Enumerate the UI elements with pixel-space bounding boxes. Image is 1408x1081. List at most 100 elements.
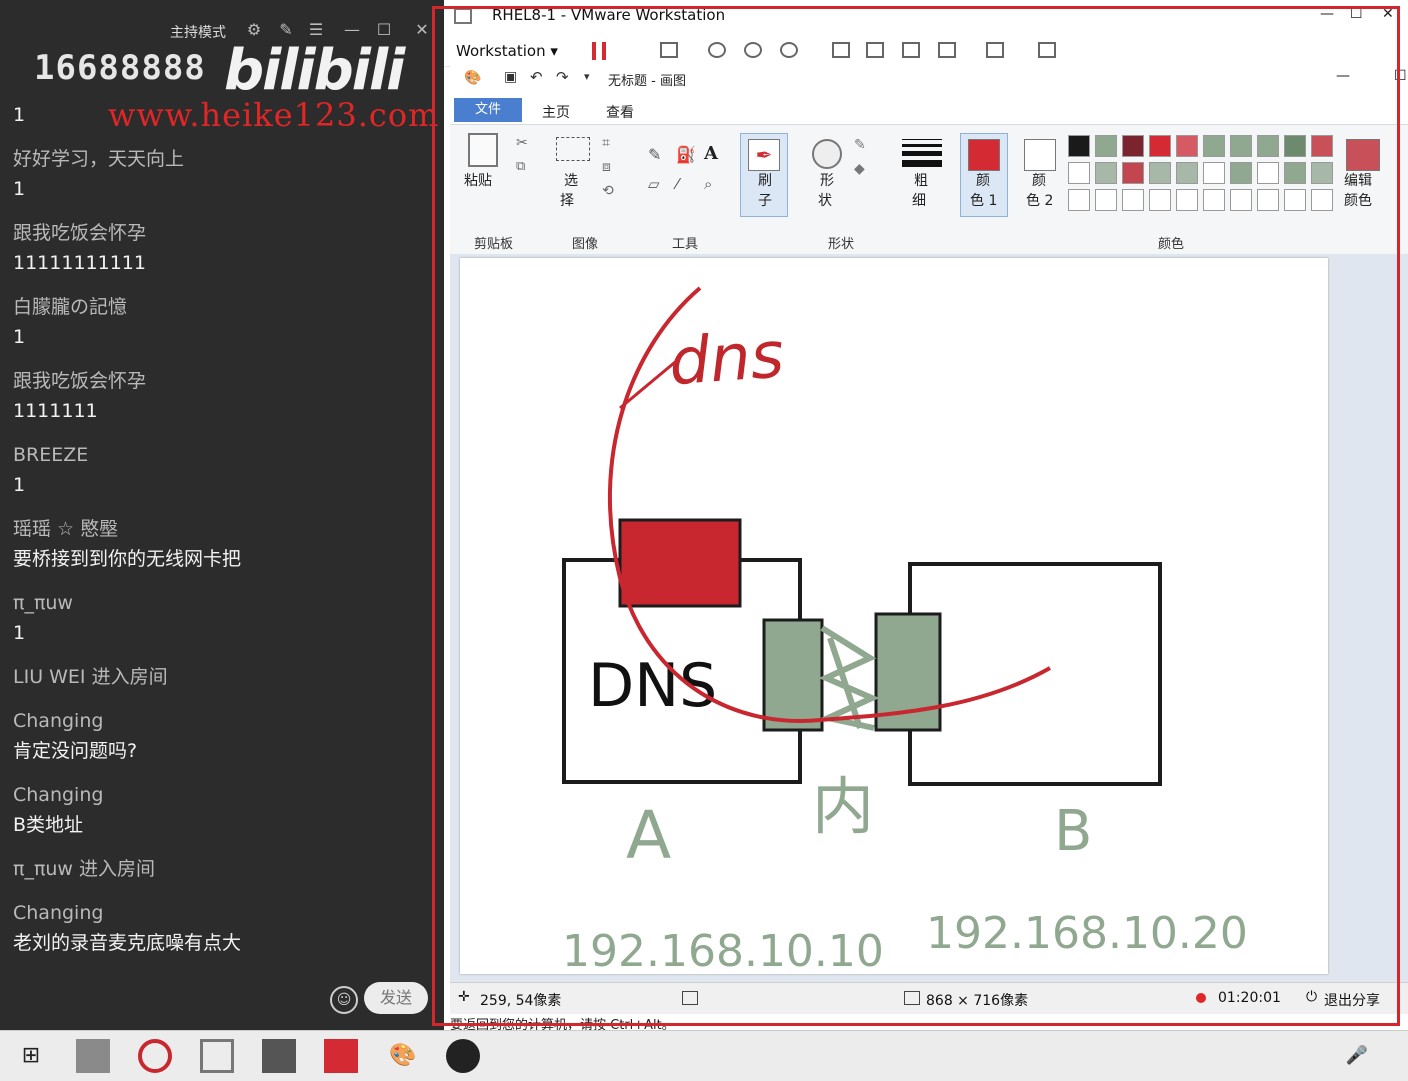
send-ctrl-alt-del-icon[interactable] xyxy=(660,42,678,58)
message-user[interactable]: 白朦朧の記憶 xyxy=(13,292,423,322)
menu-icon[interactable]: ☰ xyxy=(306,20,326,40)
color2-label-1[interactable]: 颜 xyxy=(1032,171,1046,191)
microphone-icon[interactable]: 🎤 xyxy=(1340,1039,1374,1073)
customize-qat-icon[interactable]: ▾ xyxy=(584,70,590,83)
size-label-2[interactable]: 细 xyxy=(912,191,926,211)
close-icon[interactable]: ✕ xyxy=(412,20,432,40)
message-user[interactable]: 好好学习，天天向上 xyxy=(13,144,423,174)
message-user[interactable]: Changing xyxy=(13,780,423,810)
pause-icon[interactable] xyxy=(592,42,606,60)
palette-swatch[interactable] xyxy=(1122,162,1144,184)
recorder-task-icon[interactable] xyxy=(324,1039,358,1073)
paste-icon[interactable] xyxy=(468,133,498,167)
maximize-icon[interactable]: ☐ xyxy=(374,20,394,40)
palette-swatch[interactable] xyxy=(1203,135,1225,157)
sidebar-toggle-icon[interactable] xyxy=(832,42,850,58)
vmware-task-icon[interactable] xyxy=(200,1039,234,1073)
palette-swatch[interactable] xyxy=(1149,162,1171,184)
edit-colors-icon[interactable] xyxy=(1346,139,1380,171)
tab-home[interactable]: 主页 xyxy=(542,102,570,122)
copy-icon[interactable]: ⧉ xyxy=(516,159,525,174)
eraser-icon[interactable]: ▱ xyxy=(648,175,660,193)
cut-icon[interactable]: ✂ xyxy=(516,135,528,151)
start-icon[interactable]: ⊞ xyxy=(14,1039,48,1073)
palette-swatch[interactable] xyxy=(1176,162,1198,184)
message-user[interactable]: 瑶瑶 ☆ 愍壂 xyxy=(13,514,423,544)
fill-icon[interactable]: ⛽ xyxy=(676,145,696,164)
color1-label-2[interactable]: 色 1 xyxy=(970,191,997,211)
color2-swatch[interactable] xyxy=(1024,139,1056,171)
stretch-icon[interactable] xyxy=(1038,42,1056,58)
text-tool-icon[interactable]: A xyxy=(704,143,718,164)
palette-swatch[interactable] xyxy=(1230,189,1252,211)
paint-task-icon[interactable]: 🎨 xyxy=(386,1039,420,1073)
palette-swatch[interactable] xyxy=(1149,135,1171,157)
palette-swatch[interactable] xyxy=(1257,189,1279,211)
message-user[interactable]: 跟我吃饭会怀孕 xyxy=(13,366,423,396)
host-mode-label[interactable]: 主持模式 xyxy=(170,22,226,42)
minimize-icon[interactable]: — xyxy=(342,20,362,40)
tab-file[interactable]: 文件 xyxy=(454,98,522,122)
message-user[interactable]: Changing xyxy=(13,898,423,928)
redo-icon[interactable]: ↷ xyxy=(556,68,569,86)
palette-swatch[interactable] xyxy=(1203,162,1225,184)
shapes-icon[interactable] xyxy=(812,139,842,169)
snapshot-icon[interactable] xyxy=(708,42,726,58)
color1-swatch[interactable] xyxy=(968,139,1000,171)
size-label-1[interactable]: 粗 xyxy=(914,171,928,191)
color-picker-icon[interactable]: ⁄ xyxy=(676,175,679,193)
palette-swatch[interactable] xyxy=(1068,189,1090,211)
rotate-icon[interactable]: ⟲ xyxy=(602,183,614,199)
revert-snapshot-icon[interactable] xyxy=(744,42,762,58)
drawing-canvas[interactable]: dns DNS A 内 B 192.168.10.10 192.168.10.2… xyxy=(460,258,1328,977)
palette-swatch[interactable] xyxy=(1176,189,1198,211)
paste-label[interactable]: 粘贴 xyxy=(464,171,492,191)
fullscreen-icon[interactable] xyxy=(902,42,920,58)
message-user[interactable]: 跟我吃饭会怀孕 xyxy=(13,218,423,248)
settings-icon[interactable]: ⚙ xyxy=(244,20,264,40)
select-label-2[interactable]: 择 xyxy=(560,191,574,211)
shape-label-2[interactable]: 状 xyxy=(818,191,832,211)
palette-swatch[interactable] xyxy=(1284,189,1306,211)
select-label-1[interactable]: 选 xyxy=(564,171,578,191)
send-button[interactable]: 发送 xyxy=(364,982,428,1014)
palette-swatch[interactable] xyxy=(1284,162,1306,184)
tab-view[interactable]: 查看 xyxy=(606,102,634,122)
palette-swatch[interactable] xyxy=(1257,162,1279,184)
message-user[interactable]: π_πuw xyxy=(13,588,423,618)
obs-task-icon[interactable] xyxy=(446,1039,480,1073)
fill-shape-icon[interactable]: ◆ xyxy=(854,161,865,177)
maximize-button[interactable]: ☐ xyxy=(1350,6,1363,22)
color2-label-2[interactable]: 色 2 xyxy=(1026,191,1053,211)
palette-swatch[interactable] xyxy=(1311,135,1333,157)
minimize-button[interactable]: — xyxy=(1320,6,1334,22)
palette-swatch[interactable] xyxy=(1203,189,1225,211)
palette-swatch[interactable] xyxy=(1122,189,1144,211)
brush-icon[interactable]: ✒ xyxy=(748,139,780,171)
palette-swatch[interactable] xyxy=(1311,162,1333,184)
paint-maximize-button[interactable]: ☐ xyxy=(1394,68,1407,84)
edit-colors-label-1[interactable]: 编辑 xyxy=(1344,171,1372,191)
palette-swatch[interactable] xyxy=(1149,189,1171,211)
workstation-menu[interactable]: Workstation ▾ xyxy=(456,42,558,60)
palette-swatch[interactable] xyxy=(1257,135,1279,157)
palette-swatch[interactable] xyxy=(1095,189,1117,211)
message-user[interactable]: BREEZE xyxy=(13,440,423,470)
size-icon[interactable] xyxy=(902,139,942,169)
close-button[interactable]: ✕ xyxy=(1382,6,1394,22)
palette-swatch[interactable] xyxy=(1176,135,1198,157)
palette-swatch[interactable] xyxy=(1311,189,1333,211)
console-icon[interactable] xyxy=(986,42,1004,58)
thumbnail-icon[interactable] xyxy=(866,42,884,58)
palette-swatch[interactable] xyxy=(1284,135,1306,157)
palette-swatch[interactable] xyxy=(1095,162,1117,184)
brush-label-2[interactable]: 子 xyxy=(758,191,772,211)
pencil-icon[interactable]: ✎ xyxy=(648,145,661,164)
outline-icon[interactable]: ✎ xyxy=(854,137,866,153)
message-user[interactable]: Changing xyxy=(13,706,423,736)
brush-label-1[interactable]: 刷 xyxy=(758,171,772,191)
file-explorer-icon[interactable] xyxy=(76,1039,110,1073)
palette-swatch[interactable] xyxy=(1122,135,1144,157)
palette-swatch[interactable] xyxy=(1230,135,1252,157)
resize-icon[interactable]: ⧈ xyxy=(602,159,611,175)
